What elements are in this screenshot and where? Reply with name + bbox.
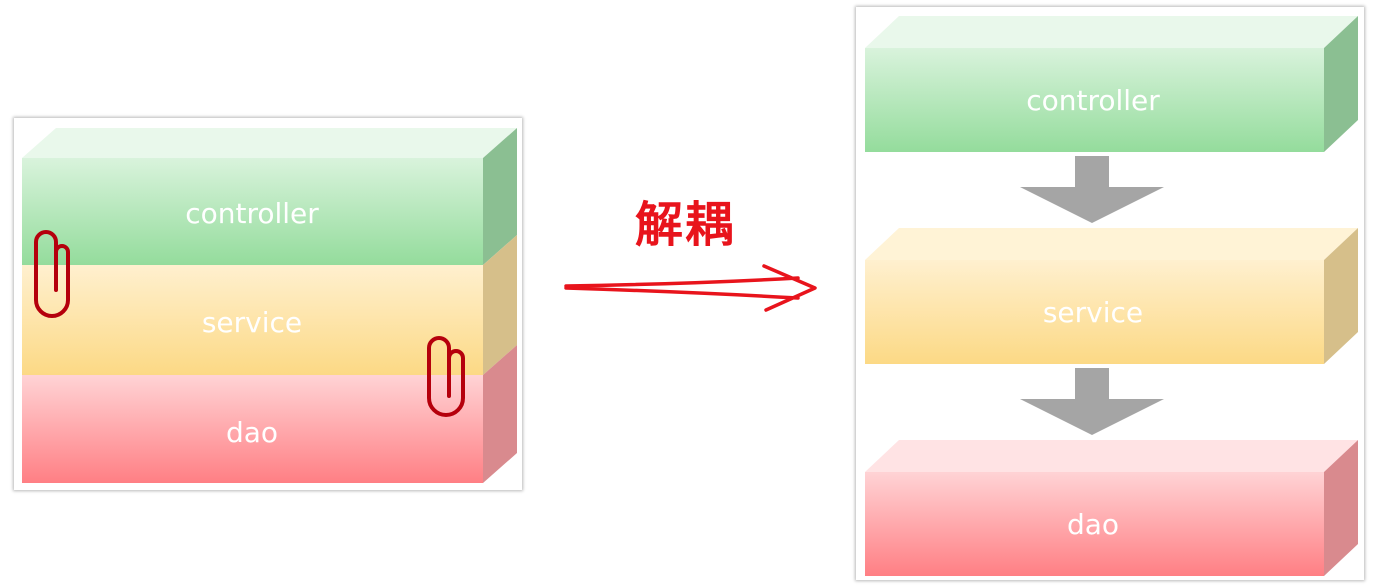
right-service-top-face [865, 228, 1358, 260]
double-arrow-icon [564, 264, 817, 312]
down-arrow-icon [1020, 156, 1164, 223]
right-service-block: service [865, 228, 1358, 364]
right-dao-block: dao [865, 440, 1358, 576]
left-service-label: service [202, 306, 302, 339]
decoupled-stack-diagram: controller service dao [865, 16, 1358, 576]
left-controller-block: controller [22, 128, 517, 265]
right-dao-top-face [865, 440, 1358, 472]
right-service-label: service [1043, 296, 1143, 329]
left-controller-top-face [22, 128, 517, 158]
coupled-stack-diagram: controller service dao [22, 128, 517, 483]
right-controller-top-face [865, 16, 1358, 48]
down-arrow-icon [1020, 368, 1164, 435]
decoupled-stack-panel: controller service dao [856, 7, 1364, 580]
right-controller-block: controller [865, 16, 1358, 152]
left-dao-label: dao [226, 416, 278, 449]
decouple-label: 解耦 [634, 197, 735, 253]
right-controller-label: controller [1026, 84, 1160, 117]
coupled-stack-panel: controller service dao [14, 118, 522, 490]
left-controller-label: controller [185, 197, 319, 230]
right-dao-label: dao [1067, 508, 1119, 541]
